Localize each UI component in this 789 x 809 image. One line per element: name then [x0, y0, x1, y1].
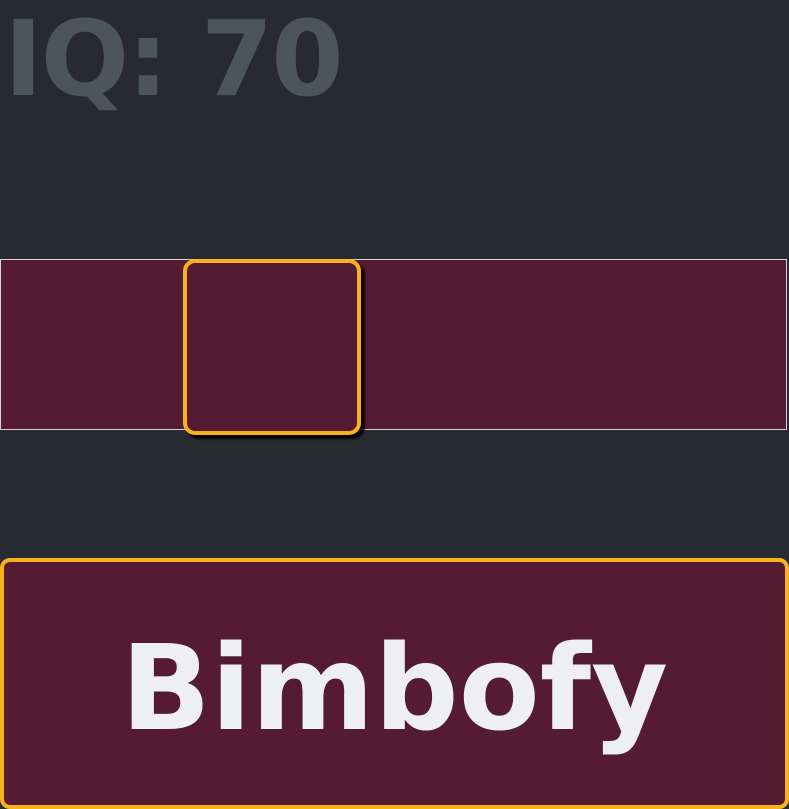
- iq-slider-handle[interactable]: [183, 259, 361, 435]
- bimbofy-button[interactable]: Bimbofy: [0, 558, 789, 809]
- iq-slider-track[interactable]: [0, 259, 787, 430]
- iq-display: IQ: 70: [4, 0, 344, 120]
- bimbofy-button-label: Bimbofy: [120, 618, 669, 757]
